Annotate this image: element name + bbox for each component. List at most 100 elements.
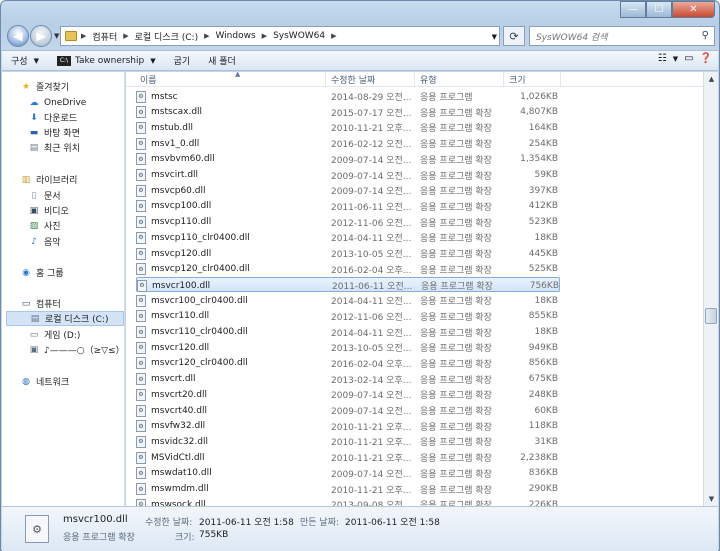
nav-homegroup[interactable]: ◉ 홈 그룹 [20,265,142,280]
file-row[interactable]: ⚙ msvcr100.dll 2011-06-11 오전... 응용 프로그램 확장 7… [136,277,560,293]
explorer-window: — ☐ ✕ ◀ ▶ ▼ ▶ 컴퓨터 ▶ 로컬 디스크 (C:) ▶ Window… [0,0,720,551]
scroll-down-icon[interactable]: ▼ [704,492,719,506]
nav-label: OneDrive [44,97,87,108]
take-ownership-label: Take ownership [74,55,145,66]
file-row[interactable]: ⚙ msvcr100_clr0400.dll 2014-04-11 오전... 응용 … [136,293,560,308]
breadcrumb-syswow64[interactable]: SysWOW64 [273,31,325,41]
file-row[interactable]: ⚙ msvcp110_clr0400.dll 2014-04-11 오전... 응용 … [136,230,560,245]
file-row[interactable]: ⚙ msvcp120.dll 2013-10-05 오전... 응용 프로그램 확장 4… [136,246,560,261]
file-row[interactable]: ⚙ mstscax.dll 2015-07-17 오전... 응용 프로그램 확장 4,… [136,105,560,120]
chevron-right-icon[interactable]: ▶ [331,32,336,40]
file-row[interactable]: ⚙ msvidc32.dll 2010-11-21 오후... 응용 프로그램 확장 3… [136,434,560,449]
dll-file-icon: ⚙ [136,357,146,370]
dll-file-icon: ⚙ [136,231,146,244]
file-row[interactable]: ⚙ msvcp120_clr0400.dll 2016-02-04 오후... 응용 … [136,262,560,277]
file-date: 2010-11-21 오후... [331,438,411,449]
dll-file-icon: ⚙ [136,341,146,354]
file-date-cell: 2014-04-11 오전... [331,325,411,340]
file-row[interactable]: ⚙ msvfw32.dll 2010-11-21 오후... 응용 프로그램 확장 11… [136,419,560,434]
file-row[interactable]: ⚙ msvcr110_clr0400.dll 2014-04-11 오전... 응용 … [136,325,560,340]
file-name-cell: ⚙ msvcp110_clr0400.dll [136,230,326,245]
file-size-cell: 1,354KB [506,152,558,167]
chevron-right-icon[interactable]: ▶ [204,32,209,40]
file-row[interactable]: ⚙ msvcr110.dll 2012-11-06 오전... 응용 프로그램 확장 8… [136,309,560,324]
column-name[interactable]: 이름 ▲ [136,72,326,87]
file-row[interactable]: ⚙ MSVidCtl.dll 2010-11-21 오후... 응용 프로그램 확장 2… [136,450,560,465]
command-bar: 구성 ▼ C:\ Take ownership ▼ 굽기 새 폴더 ☷ ▼ ▭ ❓ [2,50,718,71]
help-icon[interactable]: ❓ [700,53,712,64]
file-row[interactable]: ⚙ msvcr120.dll 2013-10-05 오전... 응용 프로그램 확장 9… [136,340,560,355]
file-name-cell: ⚙ msvcrt40.dll [136,403,326,418]
file-size: 254KB [528,138,558,149]
view-options-icon[interactable]: ☷ [658,53,667,64]
burn-button[interactable]: 굽기 [165,51,200,70]
file-name: msv1_0.dll [151,138,200,149]
refresh-button[interactable]: ⟳ [503,26,525,46]
file-row[interactable]: ⚙ msvcrt.dll 2013-02-14 오후... 응용 프로그램 확장 675… [136,372,560,387]
nav-computer[interactable]: ▭ 컴퓨터 [20,296,142,311]
nav-favorites[interactable]: ★ 즐겨찾기 [20,79,142,94]
address-bar[interactable]: ▶ 컴퓨터 ▶ 로컬 디스크 (C:) ▶ Windows ▶ SysWOW64… [60,26,500,46]
file-row[interactable]: ⚙ mswmdm.dll 2010-11-21 오후... 응용 프로그램 확장 290… [136,482,560,497]
history-dropdown-icon[interactable]: ▼ [54,32,59,40]
file-row[interactable]: ⚙mswsock.dll 2013-09-08 오전... 응용 프로그램 확장 22… [136,497,560,506]
column-size[interactable]: 크기 [505,72,561,87]
file-row[interactable]: ⚙ msvcrt20.dll 2009-07-14 오전... 응용 프로그램 확장 2… [136,387,560,402]
chevron-right-icon[interactable]: ▶ [81,32,86,40]
chevron-down-icon[interactable]: ▼ [673,55,678,63]
file-row[interactable]: ⚙ mstsc 2014-08-29 오전... 응용 프로그램 1,026KB [136,89,560,104]
breadcrumb-computer[interactable]: 컴퓨터 [92,30,117,43]
file-type-cell: 응용 프로그램 확장 [420,105,502,120]
file-row[interactable]: ⚙ msvcr120_clr0400.dll 2016-02-04 오후... 응용 … [136,356,560,371]
forward-button[interactable]: ▶ [30,25,52,47]
file-type-cell: 응용 프로그램 [420,89,502,104]
scroll-up-icon[interactable]: ▲ [704,72,719,86]
breadcrumb-local-disk[interactable]: 로컬 디스크 (C:) [135,30,198,43]
file-row[interactable]: ⚙ msvbvm60.dll 2009-07-14 오전... 응용 프로그램 확장 1… [136,152,560,167]
file-row[interactable]: ⚙ msvcrt40.dll 2009-07-14 오전... 응용 프로그램 확장 6… [136,403,560,418]
close-button[interactable]: ✕ [672,1,715,18]
nav-local-disk[interactable]: ▤ 로컬 디스크 (C:) [6,311,124,326]
column-date[interactable]: 수정한 날짜 [327,72,415,87]
search-input[interactable]: SysWOW64 검색 ⚲ [529,26,715,46]
new-folder-button[interactable]: 새 폴더 [199,51,245,70]
file-type: 응용 프로그램 확장 [420,438,492,449]
column-type[interactable]: 유형 [416,72,504,87]
nav-label: 음악 [44,238,61,248]
details-modified-value: 2011-06-11 오전 1:58 [199,518,294,528]
scroll-thumb[interactable] [705,308,717,324]
file-size: 118KB [528,421,558,432]
file-name: msvidc32.dll [151,436,208,447]
file-date: 2010-11-21 오후... [331,124,411,135]
chevron-right-icon[interactable]: ▶ [262,32,267,40]
search-icon[interactable]: ⚲ [702,30,709,41]
search-placeholder: SysWOW64 검색 [536,32,608,43]
breadcrumb-windows[interactable]: Windows [215,31,255,41]
file-type-cell: 응용 프로그램 확장 [420,246,502,261]
file-row[interactable]: ⚙ msvcp60.dll 2009-07-14 오전... 응용 프로그램 확장 39… [136,183,560,198]
address-dropdown-icon[interactable]: ▼ [492,33,497,41]
file-row[interactable]: ⚙ msv1_0.dll 2016-02-12 오전... 응용 프로그램 확장 254… [136,136,560,151]
nav-network[interactable]: ◍ 네트워크 [20,374,142,389]
file-row[interactable]: ⚙ msvcp110.dll 2012-11-06 오전... 응용 프로그램 확장 5… [136,215,560,230]
file-row[interactable]: ⚙ msvcirt.dll 2009-07-14 오전... 응용 프로그램 확장 59… [136,168,560,183]
back-button[interactable]: ◀ [7,25,29,47]
chevron-right-icon[interactable]: ▶ [123,32,128,40]
dll-file-icon: ⚙ [136,121,146,134]
maximize-button[interactable]: ☐ [646,1,672,18]
file-size: 445KB [528,248,558,259]
file-size: 1,354KB [520,154,558,165]
column-label: 수정한 날짜 [331,76,376,86]
preview-pane-icon[interactable]: ▭ [684,53,693,64]
file-row[interactable]: ⚙ msvcp100.dll 2011-06-11 오전... 응용 프로그램 확장 4… [136,199,560,214]
minimize-button[interactable]: — [620,1,646,18]
file-size: 525KB [528,264,558,275]
column-header: 이름 ▲ 수정한 날짜 유형 크기 [126,72,703,87]
vertical-scrollbar[interactable]: ▲ ▼ [703,72,718,506]
file-row[interactable]: ⚙ mswdat10.dll 2009-07-14 오전... 응용 프로그램 확장 8… [136,466,560,481]
file-row[interactable]: ⚙ mstub.dll 2010-11-21 오후... 응용 프로그램 확장 164K… [136,120,560,135]
file-name: msvcr120.dll [151,342,210,353]
take-ownership-button[interactable]: C:\ Take ownership ▼ [48,51,165,70]
organize-button[interactable]: 구성 ▼ [2,51,48,70]
nav-libraries[interactable]: ▥ 라이브러리 [20,172,142,187]
